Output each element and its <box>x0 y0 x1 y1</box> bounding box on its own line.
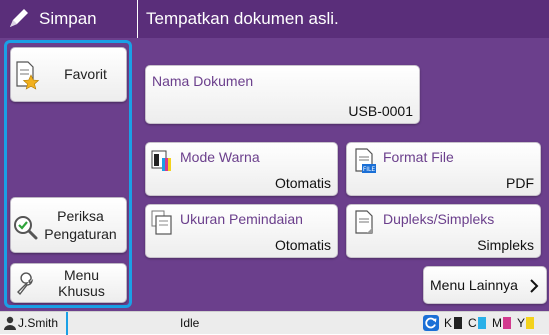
favorite-document-icon <box>16 61 40 90</box>
toner-k-level <box>454 317 462 329</box>
duplex-tile[interactable]: Dupleks/Simpleks Simpleks <box>346 204 541 258</box>
refresh-icon[interactable] <box>423 315 439 331</box>
color-mode-tile[interactable]: Mode Warna Otomatis <box>145 142 338 196</box>
file-format-tile[interactable]: FILE Format File PDF <box>346 142 541 196</box>
toner-y-label: Y <box>517 316 526 330</box>
wrench-icon <box>17 272 34 296</box>
user-icon <box>4 316 16 330</box>
custom-menu-label: Menu Khusus <box>58 267 105 299</box>
scan-size-value: Otomatis <box>274 237 331 253</box>
duplex-icon <box>355 210 373 234</box>
custom-menu-button[interactable]: Menu Khusus <box>10 263 127 303</box>
check-settings-label: Periksa Pengaturan <box>44 208 117 242</box>
svg-text:FILE: FILE <box>363 166 376 173</box>
status-divider <box>66 312 68 335</box>
duplex-label: Dupleks/Simpleks <box>383 211 495 227</box>
check-settings-button[interactable]: Periksa Pengaturan <box>10 197 127 253</box>
color-mode-icon <box>151 150 171 171</box>
document-name-value: USB-0001 <box>348 103 413 119</box>
scan-size-icon <box>151 210 172 235</box>
more-menu-button[interactable]: Menu Lainnya <box>423 266 547 304</box>
toner-c-level <box>478 317 486 329</box>
toner-y-level <box>526 317 534 329</box>
more-menu-label: Menu Lainnya <box>430 277 518 293</box>
user-name: J.Smith <box>18 316 59 330</box>
header-mode[interactable]: Simpan <box>0 0 137 38</box>
scan-size-tile[interactable]: Ukuran Pemindaian Otomatis <box>145 204 338 258</box>
pencil-icon <box>10 9 28 27</box>
favorite-button[interactable]: Favorit <box>10 47 127 102</box>
page-title: Simpan <box>39 9 97 28</box>
document-name-label: Nama Dokumen <box>152 73 254 89</box>
status-bar: J.Smith Idle K C M Y <box>0 311 549 335</box>
scan-size-label: Ukuran Pemindaian <box>180 211 303 227</box>
file-format-icon: FILE <box>355 148 376 173</box>
instruction-message: Tempatkan dokumen asli. <box>138 0 549 38</box>
toner-k-label: K <box>444 316 453 330</box>
toner-c-label: C <box>468 316 477 330</box>
toner-m-level <box>503 317 511 329</box>
file-format-value: PDF <box>506 175 534 191</box>
duplex-value: Simpleks <box>477 237 534 253</box>
document-name-tile[interactable]: Nama Dokumen USB-0001 <box>145 65 420 124</box>
machine-state: Idle <box>180 316 200 330</box>
color-mode-label: Mode Warna <box>180 149 260 165</box>
favorite-label: Favorit <box>64 66 107 82</box>
check-magnifier-icon <box>14 216 38 240</box>
file-format-label: Format File <box>383 149 454 165</box>
toner-m-label: M <box>492 316 502 330</box>
chevron-right-icon <box>530 279 539 293</box>
color-mode-value: Otomatis <box>274 175 331 191</box>
